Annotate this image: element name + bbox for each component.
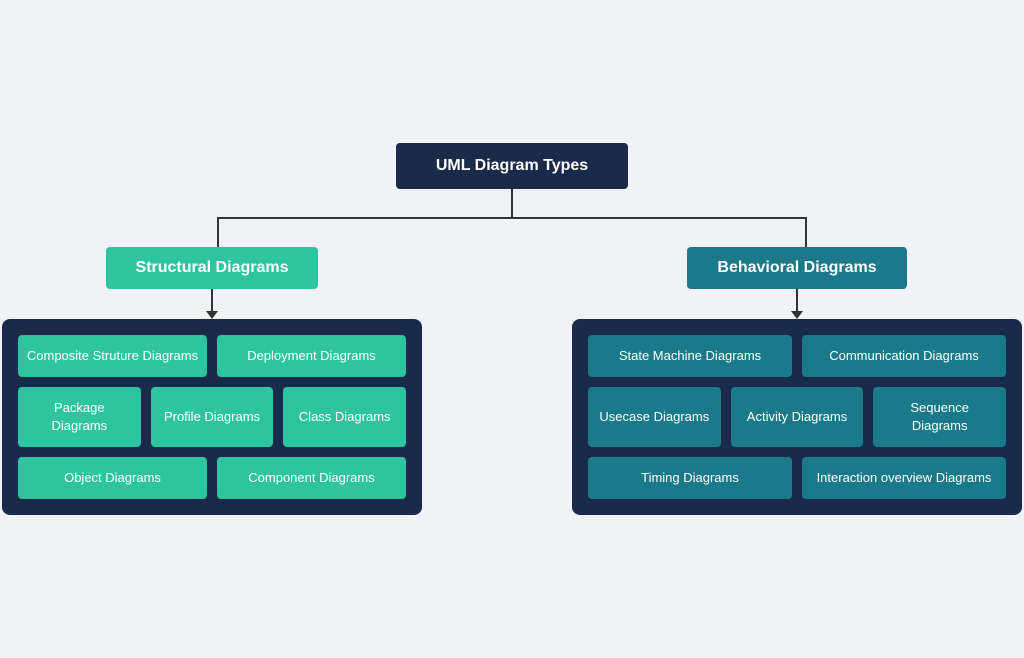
behavioral-row-1: State Machine Diagrams Communication Dia… (588, 335, 1006, 377)
root-v-line (511, 189, 513, 217)
timing-cell: Timing Diagrams (588, 457, 792, 499)
interaction-overview-cell: Interaction overview Diagrams (802, 457, 1006, 499)
communication-cell: Communication Diagrams (802, 335, 1006, 377)
usecase-cell: Usecase Diagrams (588, 387, 721, 447)
sequence-cell: Sequence Diagrams (873, 387, 1006, 447)
structural-branch: Structural Diagrams Composite Struture D… (2, 247, 422, 516)
h-connector (217, 217, 807, 219)
behavioral-box: State Machine Diagrams Communication Dia… (572, 319, 1022, 516)
structural-arrow (206, 311, 218, 319)
structural-row-2: Package Diagrams Profile Diagrams Class … (18, 387, 406, 447)
behavioral-row-2: Usecase Diagrams Activity Diagrams Seque… (588, 387, 1006, 447)
structural-label: Structural Diagrams (106, 247, 319, 289)
root-node: UML Diagram Types (396, 143, 628, 189)
deployment-cell: Deployment Diagrams (217, 335, 406, 377)
branch-labels: Structural Diagrams Composite Struture D… (2, 247, 1022, 516)
behavioral-label: Behavioral Diagrams (687, 247, 906, 289)
object-cell: Object Diagrams (18, 457, 207, 499)
behavioral-branch: Behavioral Diagrams State Machine Diagra… (572, 247, 1022, 516)
structural-box: Composite Struture Diagrams Deployment D… (2, 319, 422, 516)
composite-structure-cell: Composite Struture Diagrams (18, 335, 207, 377)
class-cell: Class Diagrams (283, 387, 406, 447)
structural-row-3: Object Diagrams Component Diagrams (18, 457, 406, 499)
activity-cell: Activity Diagrams (731, 387, 864, 447)
diagram-container: UML Diagram Types Structural Diagrams Co… (22, 143, 1002, 516)
behavioral-row-3: Timing Diagrams Interaction overview Dia… (588, 457, 1006, 499)
package-cell: Package Diagrams (18, 387, 141, 447)
structural-row-1: Composite Struture Diagrams Deployment D… (18, 335, 406, 377)
behavioral-v-line (796, 289, 798, 311)
state-machine-cell: State Machine Diagrams (588, 335, 792, 377)
component-cell: Component Diagrams (217, 457, 406, 499)
structural-v-line (211, 289, 213, 311)
behavioral-arrow (791, 311, 803, 319)
profile-cell: Profile Diagrams (151, 387, 274, 447)
